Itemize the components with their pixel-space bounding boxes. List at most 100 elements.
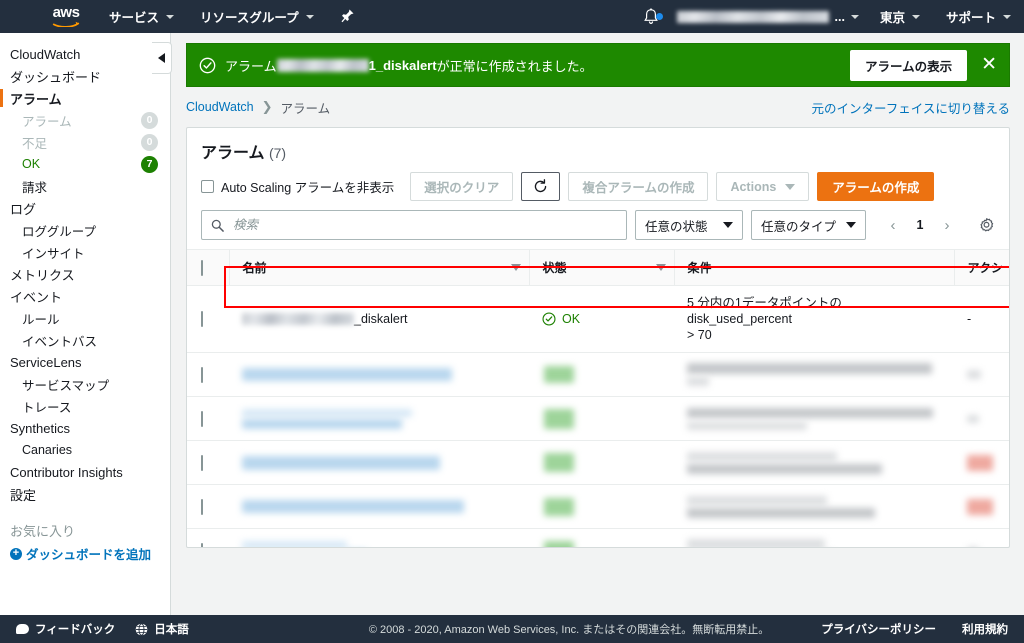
sidebar-item-event-buses[interactable]: イベントバス [0,329,170,351]
nav-services[interactable]: サービス [96,0,187,33]
type-filter-dropdown[interactable]: 任意のタイプ [750,210,866,240]
th-state[interactable]: 状態 [528,249,674,286]
sidebar-item-servicelens[interactable]: ServiceLens [0,351,170,373]
notifications-bell-button[interactable] [633,7,669,26]
table-row[interactable] [187,440,1009,485]
page-prev-button[interactable]: ‹ [880,211,906,239]
row-checkbox-cell[interactable] [187,285,229,353]
refresh-button[interactable] [521,172,561,201]
create-composite-alarm-button[interactable]: 複合アラームの作成 [568,172,709,201]
row-condition-cell [674,352,954,397]
sidebar-item-traces[interactable]: トレース [0,395,170,417]
sidebar-item-alarms-in-alarm[interactable]: アラーム 0 [0,109,170,131]
chevron-down-icon [1003,14,1011,19]
select-all-checkbox[interactable] [201,259,203,276]
feedback-button[interactable]: フィードバック [16,621,115,637]
table-row[interactable] [187,484,1009,529]
nav-resource-groups[interactable]: リソースグループ [187,0,327,33]
hide-autoscaling-checkbox-row[interactable]: Auto Scaling アラームを非表示 [201,177,394,196]
account-menu[interactable]: ... [669,0,867,33]
search-input[interactable] [231,217,617,233]
table-settings-button[interactable] [976,217,997,234]
sidebar-item-metrics[interactable]: メトリクス [0,263,170,285]
switch-interface-link[interactable]: 元のインターフェイスに切り替える [811,98,1010,117]
sidebar-collapse-button[interactable] [152,42,172,74]
view-alarm-button[interactable]: アラームの表示 [849,49,968,81]
sidebar-item-ok[interactable]: OK 7 [0,153,170,175]
sidebar-item-label: メトリクス [10,267,75,283]
sidebar-item-events[interactable]: イベント [0,285,170,307]
panel-header: アラーム (7) [187,128,1009,163]
table-row[interactable] [187,528,1009,547]
sidebar-item-settings[interactable]: 設定 [0,483,170,505]
pin-icon[interactable] [327,9,368,24]
sidebar-item-label: CloudWatch [10,46,81,62]
sidebar-item-insufficient[interactable]: 不足 0 [0,131,170,153]
table-row[interactable] [187,352,1009,397]
row-checkbox-cell[interactable] [187,484,229,529]
language-button[interactable]: 日本語 [135,621,189,637]
actions-dropdown-button[interactable]: Actions [716,172,810,201]
table-row[interactable]: _diskalert OK 5 分内の1データポイントのdisk_used_pe… [187,285,1009,353]
terms-of-use-link[interactable]: 利用規約 [962,621,1008,637]
row-checkbox-cell[interactable] [187,396,229,441]
sidebar-item-contributor-insights[interactable]: Contributor Insights [0,461,170,483]
row-checkbox[interactable] [201,454,203,471]
sidebar-favorites-heading: お気に入り [10,523,76,539]
close-icon[interactable]: ✕ [981,55,997,74]
sidebar-item-service-map[interactable]: サービスマップ [0,373,170,395]
sidebar-item-cloudwatch[interactable]: CloudWatch [0,43,170,65]
hide-autoscaling-checkbox[interactable] [201,180,214,193]
sidebar-item-alarms[interactable]: アラーム [0,87,170,109]
page-next-button[interactable]: › [934,211,960,239]
row-checkbox-cell[interactable] [187,352,229,397]
row-checkbox[interactable] [201,498,203,515]
redacted-action [967,454,993,471]
page-number[interactable]: 1 [908,218,932,232]
privacy-policy-link[interactable]: プライバシーポリシー [821,621,936,637]
alarms-panel: アラーム (7) Auto Scaling アラームを非表示 選択のクリア 複合… [186,127,1010,548]
th-select-all[interactable] [187,249,229,286]
gear-icon [980,217,994,231]
redacted-name [242,541,347,547]
sidebar-item-rules[interactable]: ルール [0,307,170,329]
sidebar-item-label: アラーム [10,91,62,107]
th-name[interactable]: 名前 [228,249,529,286]
table-row[interactable] [187,396,1009,441]
th-condition-label: 条件 [687,261,712,275]
sidebar-item-log-groups[interactable]: ロググループ [0,219,170,241]
sidebar-item-label: サービスマップ [22,378,110,393]
support-label: サポート [945,11,996,25]
redacted-state [544,366,574,383]
condition-line-1: 5 分内の1データポイントのdisk_used_percent [687,296,842,326]
row-checkbox[interactable] [201,542,203,547]
row-checkbox-cell[interactable] [187,440,229,485]
sidebar-item-logs[interactable]: ログ [0,197,170,219]
row-checkbox[interactable] [201,410,203,427]
banner-text-prefix: アラーム [225,58,277,74]
support-menu[interactable]: サポート [933,0,1024,33]
alarm-name[interactable]: _diskalert [242,312,521,326]
breadcrumb-cloudwatch[interactable]: CloudWatch [186,100,254,114]
row-checkbox[interactable] [201,366,203,383]
row-name-cell [229,440,529,485]
sort-descending-icon [510,264,521,271]
nav-services-label: サービス [109,11,160,25]
search-box[interactable] [201,210,627,240]
create-alarm-button[interactable]: アラームの作成 [817,172,935,201]
sidebar-item-dashboards[interactable]: ダッシュボード [0,65,170,87]
row-name-cell [229,352,529,397]
type-filter-label: 任意のタイプ [760,219,836,234]
sidebar-item-synthetics[interactable]: Synthetics [0,417,170,439]
sidebar-item-canaries[interactable]: Canaries [0,439,170,461]
clear-selection-button[interactable]: 選択のクリア [410,172,514,201]
state-filter-dropdown[interactable]: 任意の状態 [634,210,743,240]
sidebar-item-billing[interactable]: 請求 [0,175,170,197]
sidebar-add-dashboard-button[interactable]: + ダッシュボードを追加 [0,544,170,563]
aws-logo[interactable]: aws [36,5,96,27]
row-actions-cell: - [954,285,1009,353]
sidebar-item-insights[interactable]: インサイト [0,241,170,263]
row-checkbox-cell[interactable] [187,528,229,547]
row-checkbox[interactable] [201,311,203,327]
region-menu[interactable]: 東京 [867,0,933,33]
